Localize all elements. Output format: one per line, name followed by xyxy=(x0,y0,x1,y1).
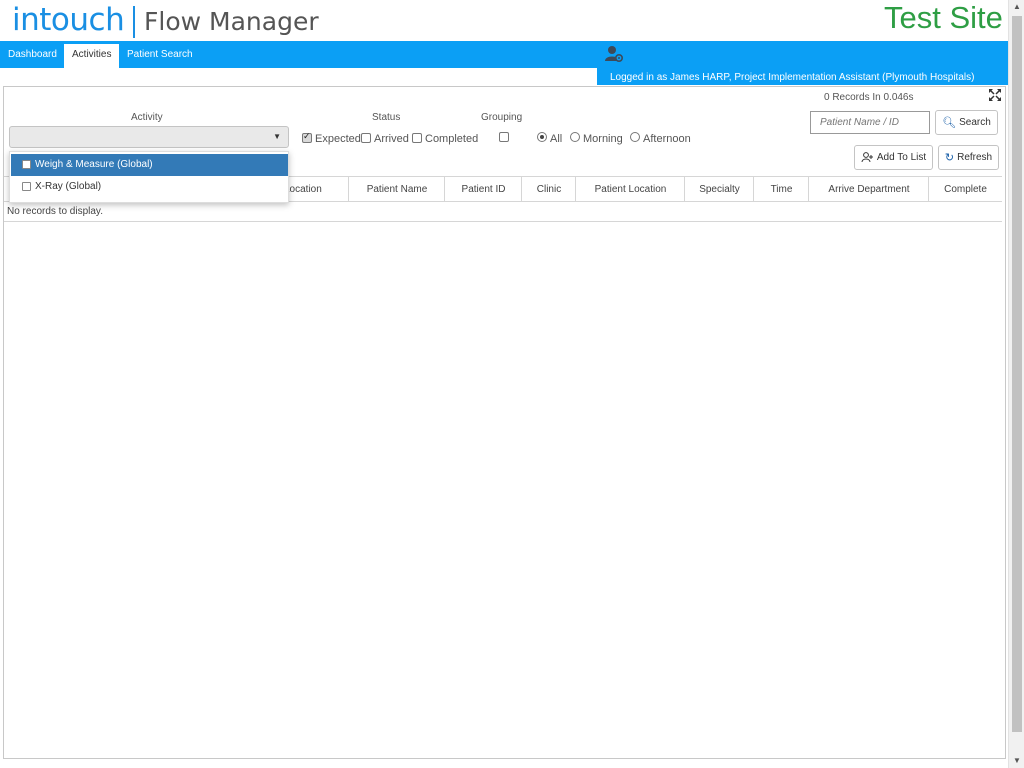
add-to-list-label: Add To List xyxy=(876,152,927,163)
refresh-button[interactable]: ↻ Refresh xyxy=(938,145,999,170)
grouping-checkbox[interactable] xyxy=(499,132,509,142)
status-expected-label: Expected xyxy=(315,133,361,145)
activity-label: Activity xyxy=(131,112,163,123)
time-all-label: All xyxy=(550,133,563,145)
product-name: Flow Manager xyxy=(144,7,319,36)
search-button-label: Search xyxy=(959,117,991,128)
scrollbar-thumb[interactable] xyxy=(1012,16,1022,732)
col-arrive-department[interactable]: Arrive Department xyxy=(808,177,929,201)
time-all-radio[interactable] xyxy=(537,132,547,142)
col-patient-location[interactable]: Patient Location xyxy=(575,177,685,201)
search-icon: 🔍︎ xyxy=(942,117,957,129)
records-count: 0 Records In 0.046s xyxy=(824,92,914,103)
site-label: Test Site xyxy=(884,0,1003,35)
caret-down-icon: ▼ xyxy=(273,132,281,141)
activity-option-label: Weigh & Measure (Global) xyxy=(35,159,153,170)
status-completed-checkbox[interactable] xyxy=(412,133,422,143)
tab-patient-search[interactable]: Patient Search xyxy=(119,44,201,68)
search-button[interactable]: 🔍︎ Search xyxy=(935,110,998,135)
col-time[interactable]: Time xyxy=(753,177,809,201)
status-arrived-label: Arrived xyxy=(374,133,409,145)
user-settings-icon[interactable] xyxy=(604,44,624,64)
col-specialty[interactable]: Specialty xyxy=(684,177,754,201)
activity-option-checkbox[interactable] xyxy=(22,182,31,191)
refresh-button-label: Refresh xyxy=(957,152,993,163)
scroll-down-icon[interactable]: ▼ xyxy=(1009,754,1024,768)
activity-option-label: X-Ray (Global) xyxy=(35,181,102,192)
intouch-logo: intouch xyxy=(12,2,125,38)
tab-dashboard[interactable]: Dashboard xyxy=(0,44,65,68)
status-expected-checkbox[interactable] xyxy=(302,131,312,143)
activity-option-x-ray[interactable]: X-Ray (Global) xyxy=(11,176,288,198)
time-morning-radio[interactable] xyxy=(570,132,580,142)
grouping-label: Grouping xyxy=(481,112,523,123)
tab-activities[interactable]: Activities xyxy=(64,44,120,68)
logged-in-text: Logged in as James HARP, Project Impleme… xyxy=(610,72,975,83)
col-patient-name[interactable]: Patient Name xyxy=(348,177,445,201)
add-to-list-button[interactable]: Add To List xyxy=(854,145,933,170)
logo-divider xyxy=(133,6,135,38)
col-clinic[interactable]: Clinic xyxy=(521,177,576,201)
scroll-up-icon[interactable]: ▲ xyxy=(1009,0,1024,14)
time-afternoon-radio[interactable] xyxy=(630,132,640,142)
fullscreen-icon[interactable] xyxy=(988,88,1002,102)
status-completed-label: Completed xyxy=(425,133,479,145)
vertical-scrollbar[interactable]: ▲ ▼ xyxy=(1008,0,1024,768)
status-arrived-checkbox[interactable] xyxy=(361,133,371,143)
patient-search-input[interactable] xyxy=(810,111,930,134)
activity-select[interactable]: ▼ xyxy=(9,126,289,148)
status-label: Status xyxy=(372,112,401,123)
col-patient-id[interactable]: Patient ID xyxy=(444,177,522,201)
add-user-icon xyxy=(861,152,873,163)
empty-table-message: No records to display. xyxy=(7,206,103,217)
time-afternoon-label: Afternoon xyxy=(643,133,691,145)
activity-option-checkbox[interactable] xyxy=(22,160,31,169)
time-morning-label: Morning xyxy=(583,133,623,145)
refresh-icon: ↻ xyxy=(944,152,955,164)
activity-option-weigh-measure[interactable]: Weigh & Measure (Global) xyxy=(11,154,288,176)
page-bottom xyxy=(0,759,1008,768)
table-divider xyxy=(4,221,1002,222)
col-complete[interactable]: Complete xyxy=(928,177,1002,201)
activity-dropdown: Weigh & Measure (Global) X-Ray (Global) xyxy=(9,151,289,203)
